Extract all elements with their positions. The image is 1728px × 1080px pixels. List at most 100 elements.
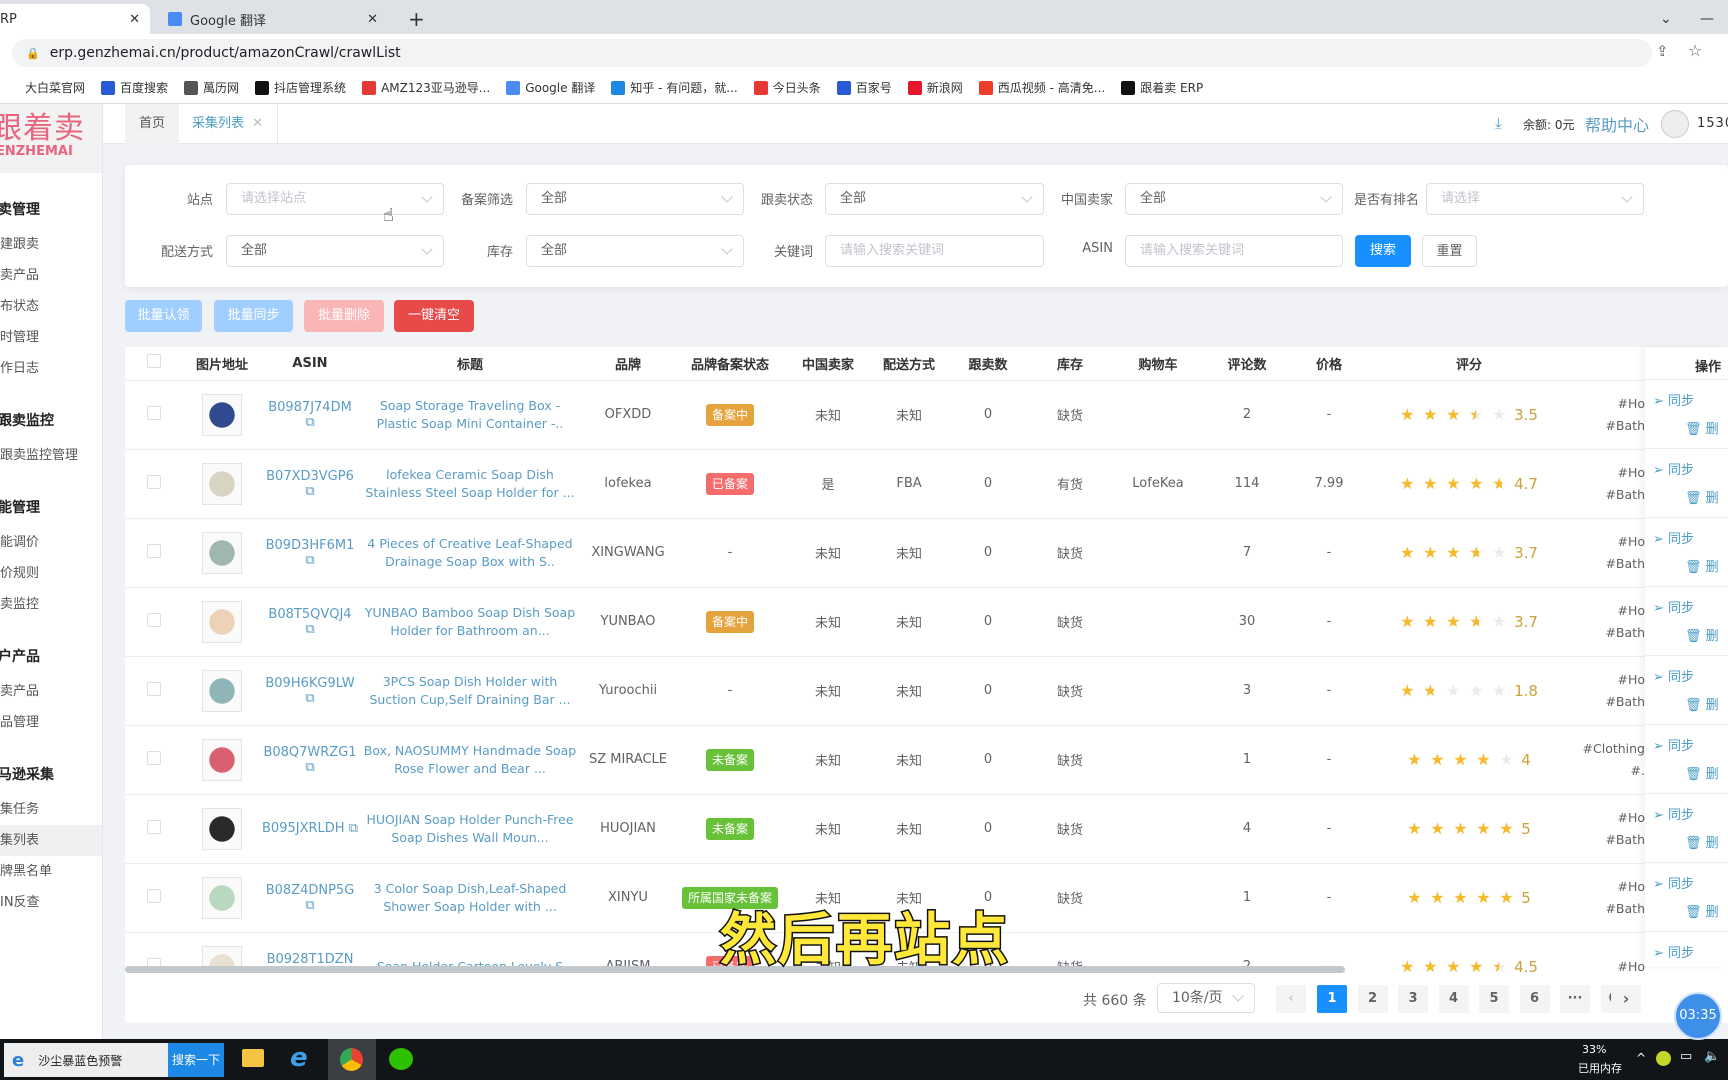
asin-link[interactable]: B08Z4DNP5G xyxy=(266,883,355,898)
reset-button[interactable]: 重置 xyxy=(1422,235,1477,267)
sidebar-item[interactable]: 能调价 xyxy=(0,527,102,558)
product-title-link[interactable]: Soap Storage Traveling Box - Plastic Soa… xyxy=(358,397,582,433)
asin-link[interactable]: B0928T1DZN xyxy=(267,952,354,967)
batch-sync-button[interactable]: 批量同步 xyxy=(214,300,293,332)
asin-link[interactable]: B095JXRLDH xyxy=(262,821,345,836)
page-button[interactable]: 5 xyxy=(1479,985,1509,1013)
delete-button[interactable]: 🗑 删 xyxy=(1685,487,1719,506)
copy-icon[interactable]: ⧉ xyxy=(305,898,314,913)
help-center-link[interactable]: 帮助中心 xyxy=(1585,112,1649,136)
browser-tab-google-translate[interactable]: Google 翻译 ✕ xyxy=(158,4,388,34)
sync-button[interactable]: ➢ 同步 xyxy=(1653,804,1694,823)
stock-select[interactable]: 全部 xyxy=(526,235,744,267)
sidebar-item[interactable]: 集列表 xyxy=(0,825,102,856)
clear-all-button[interactable]: 一键清空 xyxy=(394,300,474,332)
sidebar-item[interactable]: 跟卖监控管理 xyxy=(0,440,102,471)
page-button[interactable]: 4 xyxy=(1438,985,1469,1013)
volume-icon[interactable]: 🔈 xyxy=(1704,1049,1720,1064)
select-all-checkbox[interactable] xyxy=(146,354,161,369)
asin-link[interactable]: B09H6KG9LW xyxy=(265,676,354,691)
bookmark-item[interactable]: 抖店管理系统 xyxy=(255,79,346,96)
bookmark-item[interactable]: 西瓜视频 - 高清免... xyxy=(978,79,1105,96)
close-tab-icon[interactable]: ✕ xyxy=(367,12,378,27)
tab-crawl-list[interactable]: 采集列表 ✕ xyxy=(178,104,279,144)
batch-claim-button[interactable]: 批量认领 xyxy=(125,300,202,332)
product-title-link[interactable]: 4 Pieces of Creative Leaf-Shaped Drainag… xyxy=(358,535,582,571)
product-thumbnail[interactable] xyxy=(202,669,242,712)
ranking-select[interactable]: 请选择 xyxy=(1426,183,1644,215)
copy-icon[interactable]: ⧉ xyxy=(305,484,314,499)
sidebar-item[interactable]: 卖产品 xyxy=(0,676,102,707)
batch-delete-button[interactable]: 批量删除 xyxy=(304,300,384,332)
bookmark-item[interactable]: AMZ123亚马逊导... xyxy=(362,79,490,96)
product-title-link[interactable]: 3 Color Soap Dish,Leaf-Shaped Shower Soa… xyxy=(358,880,582,916)
tray-app-icon[interactable] xyxy=(1656,1051,1671,1066)
sidebar-item[interactable]: 作日志 xyxy=(0,353,102,384)
row-checkbox[interactable] xyxy=(146,819,161,834)
sidebar-item[interactable]: 牌黑名单 xyxy=(0,856,102,887)
chrome-icon[interactable] xyxy=(340,1048,363,1071)
sync-button[interactable]: ➢ 同步 xyxy=(1653,528,1694,547)
page-button[interactable]: 1 xyxy=(1317,985,1347,1013)
prev-page-button[interactable]: ‹ xyxy=(1276,985,1306,1013)
taskbar-search-button[interactable]: 搜索一下 xyxy=(168,1043,224,1077)
page-size-select[interactable]: 10条/页 xyxy=(1157,983,1255,1013)
page-button[interactable]: 3 xyxy=(1398,985,1428,1013)
product-title-link[interactable]: YUNBAO Bamboo Soap Dish Soap Holder for … xyxy=(358,604,582,640)
row-checkbox[interactable] xyxy=(146,543,161,558)
page-button[interactable]: 2 xyxy=(1357,985,1388,1013)
copy-icon[interactable]: ⧉ xyxy=(305,415,314,430)
sync-button[interactable]: ➢ 同步 xyxy=(1653,459,1694,478)
delete-button[interactable]: 🗑 删 xyxy=(1685,418,1719,437)
delete-button[interactable]: 🗑 删 xyxy=(1685,625,1719,644)
sidebar-item[interactable]: 集任务 xyxy=(0,794,102,825)
wechat-icon[interactable] xyxy=(389,1048,413,1070)
shipping-select[interactable]: 全部 xyxy=(226,235,444,267)
product-thumbnail[interactable] xyxy=(202,876,242,919)
minimize-icon[interactable]: — xyxy=(1690,4,1724,34)
delete-button[interactable]: 🗑 删 xyxy=(1685,694,1719,713)
row-checkbox[interactable] xyxy=(146,612,161,627)
product-thumbnail[interactable] xyxy=(202,462,242,505)
sidebar-item[interactable]: 价规则 xyxy=(0,558,102,589)
product-thumbnail[interactable] xyxy=(202,531,242,574)
copy-icon[interactable]: ⧉ xyxy=(305,622,314,637)
product-thumbnail[interactable] xyxy=(202,807,242,850)
file-explorer-icon[interactable] xyxy=(242,1049,264,1067)
site-select[interactable]: 请选择站点 xyxy=(226,183,444,215)
sidebar-item[interactable]: 建跟卖 xyxy=(0,229,102,260)
product-title-link[interactable]: Box, NAOSUMMY Handmade Soap Rose Flower … xyxy=(358,742,582,778)
network-icon[interactable]: ▭ xyxy=(1680,1049,1692,1064)
sidebar-item[interactable]: 品管理 xyxy=(0,707,102,738)
bookmark-item[interactable]: 萬历网 xyxy=(184,79,239,96)
taskbar-search-box[interactable]: e 沙尘暴蓝色预警 xyxy=(4,1043,168,1077)
row-checkbox[interactable] xyxy=(146,750,161,765)
delete-button[interactable]: 🗑 删 xyxy=(1685,901,1719,920)
sync-button[interactable]: ➢ 同步 xyxy=(1653,873,1694,892)
sync-button[interactable]: ➢ 同步 xyxy=(1653,666,1694,685)
sidebar-item[interactable]: IN反查 xyxy=(0,887,102,918)
product-title-link[interactable]: HUOJIAN Soap Holder Punch-Free Soap Dish… xyxy=(358,811,582,847)
bookmark-item[interactable]: 新浪网 xyxy=(907,79,963,96)
share-icon[interactable]: ⇪ xyxy=(1656,42,1669,60)
bookmark-item[interactable]: 今日头条 xyxy=(753,79,821,96)
asin-link[interactable]: B08T5QVQJ4 xyxy=(268,607,351,622)
product-thumbnail[interactable] xyxy=(202,393,242,436)
tab-home[interactable]: 首页 xyxy=(125,104,180,144)
asin-link[interactable]: B07XD3VGP6 xyxy=(266,469,354,484)
page-button[interactable]: ··· xyxy=(1560,985,1590,1013)
bookmark-star-icon[interactable]: ☆ xyxy=(1688,41,1702,60)
close-tab-icon[interactable]: ✕ xyxy=(129,12,140,27)
bookmark-item[interactable]: 跟着卖 ERP xyxy=(1121,79,1203,96)
sidebar-item[interactable]: 布状态 xyxy=(0,291,102,322)
bookmark-item[interactable]: 知乎 - 有问题，就... xyxy=(611,79,738,96)
copy-icon[interactable]: ⧉ xyxy=(305,553,314,568)
product-thumbnail[interactable] xyxy=(202,600,242,643)
asin-input[interactable]: 请输入搜索关键词 xyxy=(1125,235,1343,267)
browser-tab-erp[interactable]: RP ✕ xyxy=(0,4,150,34)
asin-link[interactable]: B09D3HF6M1 xyxy=(266,538,355,553)
sidebar-item[interactable]: 时管理 xyxy=(0,322,102,353)
page-button[interactable]: 6 xyxy=(1519,985,1550,1013)
product-title-link[interactable]: 3PCS Soap Dish Holder with Suction Cup,S… xyxy=(358,673,582,709)
url-field[interactable]: 🔒 erp.genzhemai.cn/product/amazonCrawl/c… xyxy=(12,39,1652,67)
